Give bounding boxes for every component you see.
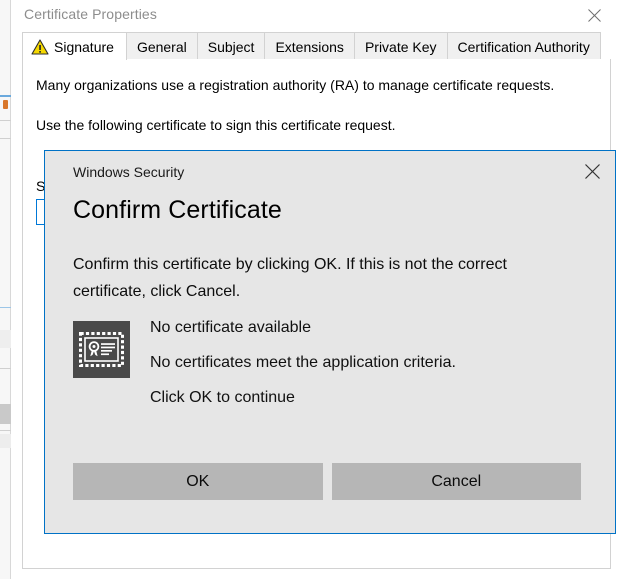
background-divider — [0, 120, 11, 121]
background-divider — [0, 138, 11, 139]
tab-label: General — [136, 38, 187, 55]
certificate-icon — [73, 321, 130, 378]
window-title: Certificate Properties — [24, 6, 157, 22]
background-panel — [0, 434, 11, 448]
tab-label: Certification Authority — [457, 38, 590, 55]
certificate-properties-window: Certificate Properties Signature General… — [11, 0, 622, 579]
tab-general[interactable]: General — [125, 32, 198, 60]
background-divider — [0, 430, 11, 431]
tab-label: Subject — [207, 38, 255, 55]
certificate-continue-hint: Click OK to continue — [150, 389, 295, 406]
tab-subject[interactable]: Subject — [196, 32, 266, 60]
windows-security-dialog: Windows Security Confirm Certificate Con… — [44, 150, 616, 534]
window-titlebar: Certificate Properties — [11, 0, 622, 30]
tab-strip: Signature General Subject Extensions Pri… — [11, 30, 622, 60]
certificate-name: No certificate available — [150, 319, 311, 336]
background-accent-bar — [0, 95, 11, 97]
close-icon[interactable] — [572, 0, 616, 30]
ok-button[interactable]: OK — [73, 463, 323, 500]
certificate-criteria-message: No certificates meet the application cri… — [150, 354, 456, 371]
background-scrollbar-thumb[interactable] — [0, 404, 11, 424]
background-accent-dot — [3, 100, 8, 109]
warning-triangle-icon — [31, 38, 49, 55]
intro-paragraph: Many organizations use a registration au… — [36, 77, 555, 93]
dialog-body-text: Confirm this certificate by clicking OK.… — [73, 256, 507, 300]
tab-extensions[interactable]: Extensions — [264, 32, 355, 60]
dialog-titlebar: Windows Security — [45, 151, 615, 193]
tab-label: Signature — [54, 38, 114, 55]
close-icon[interactable] — [569, 151, 615, 191]
tab-signature[interactable]: Signature — [22, 32, 127, 60]
instruction-paragraph: Use the following certificate to sign th… — [36, 117, 396, 133]
tab-certification-authority[interactable]: Certification Authority — [446, 32, 601, 60]
background-divider — [0, 307, 11, 308]
cancel-button[interactable]: Cancel — [331, 463, 581, 500]
background-window-edge — [0, 0, 11, 579]
dialog-heading: Confirm Certificate — [73, 196, 282, 224]
certificate-text-block: No certificate available No certificates… — [150, 319, 456, 407]
dialog-button-row: OK Cancel — [73, 463, 581, 500]
tab-private-key[interactable]: Private Key — [353, 32, 448, 60]
tab-label: Extensions — [275, 38, 344, 55]
background-divider — [0, 368, 11, 369]
tab-label: Private Key — [364, 38, 437, 55]
background-panel — [0, 330, 11, 348]
dialog-title: Windows Security — [73, 164, 185, 180]
